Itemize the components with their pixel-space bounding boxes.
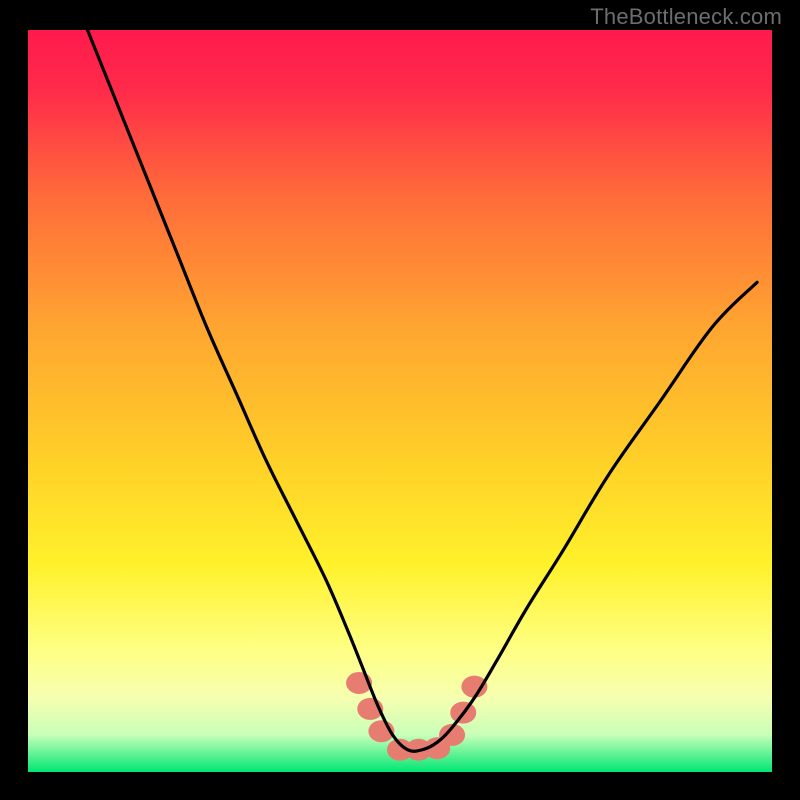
chart-frame: TheBottleneck.com: [0, 0, 800, 800]
bottleneck-chart-svg: [0, 0, 800, 800]
watermark-text: TheBottleneck.com: [590, 4, 782, 30]
marker-blob: [461, 676, 487, 698]
